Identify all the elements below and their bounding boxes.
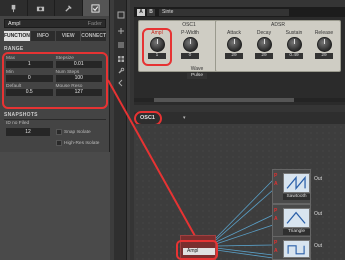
sustain-knob[interactable] xyxy=(286,37,302,52)
inspector-panel: Ampl Fader FUNCTION INFO VIEW CONNECT RA… xyxy=(0,0,110,260)
snap-isolate-checkbox[interactable] xyxy=(56,129,62,135)
wave-label: Triangle xyxy=(283,229,310,235)
wave-group: Wave Pulse xyxy=(176,66,218,79)
high-res-label: High-Res Isolate xyxy=(64,141,100,146)
slot-a-button[interactable]: A xyxy=(137,8,145,16)
pitch-input[interactable]: P xyxy=(274,173,277,179)
attack-label: Attack xyxy=(227,30,241,36)
triangle-wave-icon xyxy=(283,208,310,228)
module-name: Ampl xyxy=(8,20,21,27)
tab-plug[interactable] xyxy=(0,0,28,16)
scrollbar-thumb[interactable] xyxy=(154,98,294,102)
chevron-left-icon[interactable] xyxy=(116,78,125,87)
checkbox-icon xyxy=(91,3,100,13)
attack-knob-group: Attack 29 xyxy=(220,30,248,59)
amp-input[interactable]: A xyxy=(274,181,278,187)
attack-value[interactable]: 29 xyxy=(225,53,243,59)
amp-input[interactable]: A xyxy=(274,216,278,222)
out-port[interactable]: Out xyxy=(314,243,322,249)
slot-b-button[interactable]: B xyxy=(147,8,155,16)
synth-name[interactable]: Sinte xyxy=(159,8,289,16)
high-res-checkbox[interactable] xyxy=(56,140,62,146)
sustain-knob-group: Sustain 0.49 xyxy=(280,30,308,59)
release-knob-group: Release 29 xyxy=(310,30,338,59)
pulse-oscillator-module[interactable]: P A Out xyxy=(272,236,322,260)
plus-icon[interactable] xyxy=(116,26,125,35)
sustain-value[interactable]: 0.49 xyxy=(285,53,303,59)
amp-input[interactable]: A xyxy=(274,248,278,254)
divider xyxy=(4,119,106,120)
pulse-wave-icon xyxy=(283,240,310,258)
snapshot-label: ID no Filed xyxy=(6,121,30,126)
decay-knob-group: Decay 29 xyxy=(250,30,278,59)
module-name-field[interactable]: Ampl Fader xyxy=(4,19,106,28)
inspector-empty-area xyxy=(0,152,110,260)
tab-camera[interactable] xyxy=(28,0,55,16)
wave-label: Wave xyxy=(190,66,204,72)
panel-scrollbar[interactable] xyxy=(134,98,345,102)
pitch-input[interactable]: P xyxy=(274,240,277,246)
tab-connect[interactable]: CONNECT xyxy=(81,31,107,41)
tab-tools[interactable] xyxy=(55,0,83,16)
decay-label: Decay xyxy=(256,30,272,36)
wave-select[interactable]: Pulse xyxy=(187,73,207,79)
range-highlight xyxy=(2,52,108,109)
camera-icon xyxy=(37,6,45,11)
snap-isolate-label: Snap Isolate xyxy=(64,130,91,135)
structure-canvas[interactable] xyxy=(134,124,345,260)
snapshots-section-title: SNAPSHOTS xyxy=(4,112,38,118)
sawtooth-oscillator-module[interactable]: P A Sawtooth Out xyxy=(272,169,322,204)
pwidth-label: P-Width xyxy=(181,30,199,36)
snapshot-id-field[interactable]: 12 xyxy=(6,128,50,136)
square-icon[interactable] xyxy=(116,10,125,19)
wave-label: Sawtooth xyxy=(283,194,310,200)
release-value[interactable]: 29 xyxy=(315,53,333,59)
decay-knob[interactable] xyxy=(256,37,272,52)
toolbar-strip xyxy=(114,0,127,260)
sustain-label: Sustain xyxy=(285,30,303,36)
ampl-knob-highlight xyxy=(142,28,172,66)
synth-titlebar: A B Sinte xyxy=(134,7,345,17)
inspector-tabs xyxy=(0,0,110,16)
chevron-down-icon[interactable]: ▾ xyxy=(183,115,186,121)
pwidth-value[interactable]: 0 xyxy=(181,53,199,59)
triangle-oscillator-module[interactable]: P A Triangle Out xyxy=(272,204,322,239)
gear-icon xyxy=(65,4,72,12)
sawtooth-wave-icon xyxy=(283,173,310,193)
list-icon[interactable] xyxy=(116,40,125,49)
out-port[interactable]: Out xyxy=(314,176,322,182)
pwidth-knob[interactable] xyxy=(182,37,198,52)
tab-info[interactable]: INFO xyxy=(30,31,56,41)
decay-value[interactable]: 29 xyxy=(255,53,273,59)
adsr-panel: ADSR Attack 29 Decay 29 Sustain 0.49 Rel… xyxy=(215,20,341,72)
instance-highlight xyxy=(176,240,218,260)
grid-icon[interactable] xyxy=(116,54,125,63)
tab-properties[interactable] xyxy=(82,0,110,16)
module-type: Fader xyxy=(87,20,102,27)
tab-function[interactable]: FUNCTION xyxy=(4,31,30,41)
tab-view[interactable]: VIEW xyxy=(56,31,81,41)
attack-knob[interactable] xyxy=(226,37,242,52)
adsr-title: ADSR xyxy=(271,22,285,28)
release-label: Release xyxy=(314,30,334,36)
plug-icon xyxy=(11,4,16,12)
pitch-input[interactable]: P xyxy=(274,208,277,214)
pwidth-knob-group: P-Width 0 xyxy=(176,30,204,59)
out-port[interactable]: Out xyxy=(314,211,322,217)
wrench-icon[interactable] xyxy=(116,66,125,75)
subtab-bar: FUNCTION INFO VIEW CONNECT xyxy=(4,31,107,41)
release-knob[interactable] xyxy=(316,37,332,52)
structure-header: OSC1 ▾ xyxy=(134,112,345,124)
